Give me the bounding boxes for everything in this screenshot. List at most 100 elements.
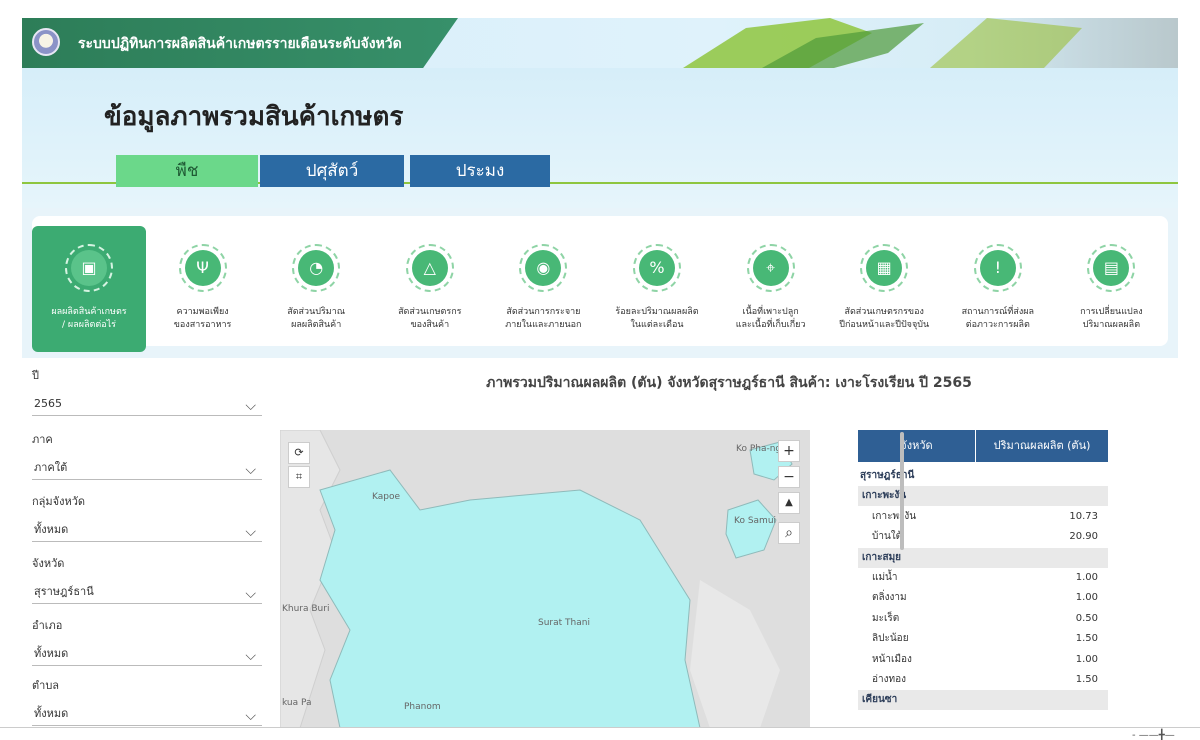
main-panel: ภาพรวมปริมาณผลผลิต (ตัน) จังหวัดสุราษฎร์… <box>280 358 1178 740</box>
filter-panel: ปี 2565 ⌵ ภาค ภาคใต้ ⌵ กลุ่มจังหวัด ทั้งหมด ⌵ จัง… <box>22 358 272 740</box>
banner-title-bar: ระบบปฏิทินการผลิตสินค้าเกษตรรายเดือนระดั… <box>22 18 458 68</box>
menu-item-label: สัดส่วนการกระจาย ภายในและภายนอก <box>486 306 600 332</box>
zoom-in-button[interactable]: + <box>778 440 800 462</box>
chevron-down-icon: ⌵ <box>245 524 256 540</box>
chevron-down-icon: ⌵ <box>245 398 256 414</box>
compass-button[interactable]: ▲ <box>778 492 800 514</box>
map-label: Ko Samui <box>734 516 777 526</box>
row-value: 1.00 <box>1075 572 1098 583</box>
menu-item-label: ความพอเพียงของสารอาหาร <box>146 306 260 332</box>
row-name: สุราษฎร์ธานี <box>860 470 915 481</box>
filter-value: ทั้งหมด <box>34 647 69 660</box>
row-value: 10.73 <box>1069 510 1098 522</box>
tab-fishery[interactable]: ประมง <box>410 155 550 187</box>
menu-item[interactable]: △ สัดส่วนเกษตรกร ของสินค้า <box>373 226 487 352</box>
category-menu-strip: ▣ ผลผลิตสินค้าเกษตร / ผลผลิตต่อไร่ Ψ ความพอเ… <box>32 216 1168 352</box>
menu-label-line: เนื้อที่เพาะปลูก <box>742 307 799 317</box>
row-value: 1.50 <box>1075 633 1098 645</box>
menu-item[interactable]: ⌖ เนื้อที่เพาะปลูก และเนื้อที่เก็บเกี่ยว <box>714 226 828 352</box>
menu-item[interactable]: ▣ ผลผลิตสินค้าเกษตร / ผลผลิตต่อไร่ <box>32 226 146 352</box>
filter-select[interactable]: ภาคใต้ ⌵ <box>32 456 262 480</box>
filter-select[interactable]: ทั้งหมด ⌵ <box>32 642 262 666</box>
filter-value: 2565 <box>34 397 62 410</box>
row-name: อ่างทอง <box>872 674 906 685</box>
zoom-out-button[interactable]: − <box>778 466 800 488</box>
menu-label-line: ของสารอาหาร <box>173 320 232 330</box>
page-title: ข้อมูลภาพรวมสินค้าเกษตร <box>104 102 404 132</box>
pie-icon: ◔ <box>292 244 341 292</box>
row-name: แม่น้ำ <box>872 572 898 583</box>
map-label: Surat Thani <box>538 618 590 628</box>
filter-select[interactable]: 2565 ⌵ <box>32 392 262 416</box>
tab-plant[interactable]: พืช <box>116 155 258 187</box>
table-row: มะเร็ต 0.50 <box>858 609 1108 629</box>
menu-label-line: ของสินค้า <box>410 320 450 330</box>
footer-divider <box>0 727 1200 728</box>
table-row: เกาะพะงัน <box>858 486 1108 507</box>
row-value: 0.50 <box>1075 612 1098 624</box>
row-name: เคียนซา <box>862 694 898 706</box>
filter-value: ทั้งหมด <box>34 523 69 536</box>
zoom-slider[interactable]: - ——╋— <box>1132 730 1175 740</box>
chevron-down-icon: ⌵ <box>245 648 256 664</box>
menu-label-line: ความพอเพียง <box>176 307 229 317</box>
panel-title: ภาพรวมปริมาณผลผลิต (ตัน) จังหวัดสุราษฎร์… <box>486 375 972 391</box>
app-root: ระบบปฏิทินการผลิตสินค้าเกษตรรายเดือนระดั… <box>0 0 1200 740</box>
hero-area: ข้อมูลภาพรวมสินค้าเกษตร พืช ปศุสัตว์ ประ… <box>22 68 1178 208</box>
filter-label: กลุ่มจังหวัด <box>32 495 86 508</box>
header-production: ปริมาณผลผลิต (ตัน) <box>993 439 1091 452</box>
menu-item[interactable]: ◉ สัดส่วนการกระจาย ภายในและภายนอก <box>486 226 600 352</box>
filter-value: สุราษฎร์ธานี <box>34 585 94 598</box>
row-name: มะเร็ต <box>872 612 900 624</box>
menu-item[interactable]: ▤ การเปลี่ยนแปลง ปริมาณผลผลิต <box>1054 226 1168 352</box>
table-scrollbar[interactable] <box>900 432 904 550</box>
menu-item-label: สัดส่วนปริมาณ ผลผลิตสินค้า <box>259 306 373 332</box>
menu-item-label: สัดส่วนเกษตรกรของ ปีก่อนหน้าและปีปัจจุบัน <box>827 306 941 332</box>
menu-label-line: สัดส่วนเกษตรกรของ <box>844 307 924 317</box>
row-name: บ้านใต้ <box>872 531 903 543</box>
menu-item-label: ร้อยละปริมาณผลผลิตในแต่ละเดือน <box>600 306 714 332</box>
menu-item[interactable]: ! สถานการณ์ที่ส่งผล ต่อภาวะการผลิต <box>941 226 1055 352</box>
menu-label-line: / ผลผลิตต่อไร่ <box>62 320 116 330</box>
row-name: ลิปะน้อย <box>872 633 909 645</box>
menu-label-line: ในแต่ละเดือน <box>630 320 684 330</box>
menu-item[interactable]: % ร้อยละปริมาณผลผลิต ในแต่ละเดือน <box>600 226 714 352</box>
map-label: Phanom <box>404 702 441 712</box>
menu-label-line: ผลผลิตสินค้า <box>291 320 342 330</box>
filter-value: ทั้งหมด <box>34 707 69 720</box>
rotate-tool-icon[interactable]: ⟳ <box>288 442 310 464</box>
search-location-icon[interactable]: ⌕ <box>778 522 800 544</box>
table-row: สุราษฎร์ธานี <box>858 466 1108 486</box>
filter-label: ตำบล <box>32 679 60 692</box>
row-value: 1.00 <box>1075 653 1098 665</box>
filter-select[interactable]: ทั้งหมด ⌵ <box>32 518 262 542</box>
menu-item-label: สัดส่วนเกษตรกร ของสินค้า <box>373 306 487 332</box>
table-row: เกาะพะงัน 10.73 <box>858 507 1108 527</box>
map-label: Kapoe <box>372 492 401 502</box>
table-row: เกาะสมุย <box>858 547 1108 568</box>
menu-item[interactable]: Ψ ความพอเพียงของสารอาหาร <box>146 226 260 352</box>
category-menu: ▣ ผลผลิตสินค้าเกษตร / ผลผลิตต่อไร่ Ψ ความพอเ… <box>22 208 1178 358</box>
menu-label-line: ร้อยละปริมาณผลผลิต <box>615 307 699 317</box>
table-row: ตลิ่งงาม 1.00 <box>858 588 1108 608</box>
map-view[interactable]: Ko Pha-ngan Kapoe Ko Samui Khura Buri Su… <box>280 430 810 728</box>
globe-pin-icon: ◉ <box>519 244 568 292</box>
filter-select[interactable]: ทั้งหมด ⌵ <box>32 702 262 726</box>
table-row: บ้านใต้ 20.90 <box>858 527 1108 547</box>
menu-item-label: ผลผลิตสินค้าเกษตร / ผลผลิตต่อไร่ <box>32 306 146 332</box>
select-tool-icon[interactable]: ⌗ <box>288 466 310 488</box>
menu-label-line: การเปลี่ยนแปลง <box>1080 307 1143 317</box>
filter-value: ภาคใต้ <box>34 461 68 474</box>
filter-select[interactable]: สุราษฎร์ธานี ⌵ <box>32 580 262 604</box>
table-row: แม่น้ำ 1.00 <box>858 568 1108 588</box>
filter-label: ปี <box>32 369 39 382</box>
header-banner: ระบบปฏิทินการผลิตสินค้าเกษตรรายเดือนระดั… <box>22 18 1178 68</box>
tab-livestock[interactable]: ปศุสัตว์ <box>260 155 404 187</box>
menu-label-line: ผลผลิตสินค้าเกษตร <box>51 307 127 317</box>
utensils-icon: Ψ <box>178 244 227 292</box>
menu-item[interactable]: ▦ สัดส่วนเกษตรกรของ ปีก่อนหน้าและปีปัจจุบั… <box>827 226 941 352</box>
menu-item[interactable]: ◔ สัดส่วนปริมาณ ผลผลิตสินค้า <box>259 226 373 352</box>
menu-label-line: สถานการณ์ที่ส่งผล <box>961 307 1035 317</box>
row-value: 1.50 <box>1075 674 1098 685</box>
chevron-down-icon: ⌵ <box>245 462 256 478</box>
